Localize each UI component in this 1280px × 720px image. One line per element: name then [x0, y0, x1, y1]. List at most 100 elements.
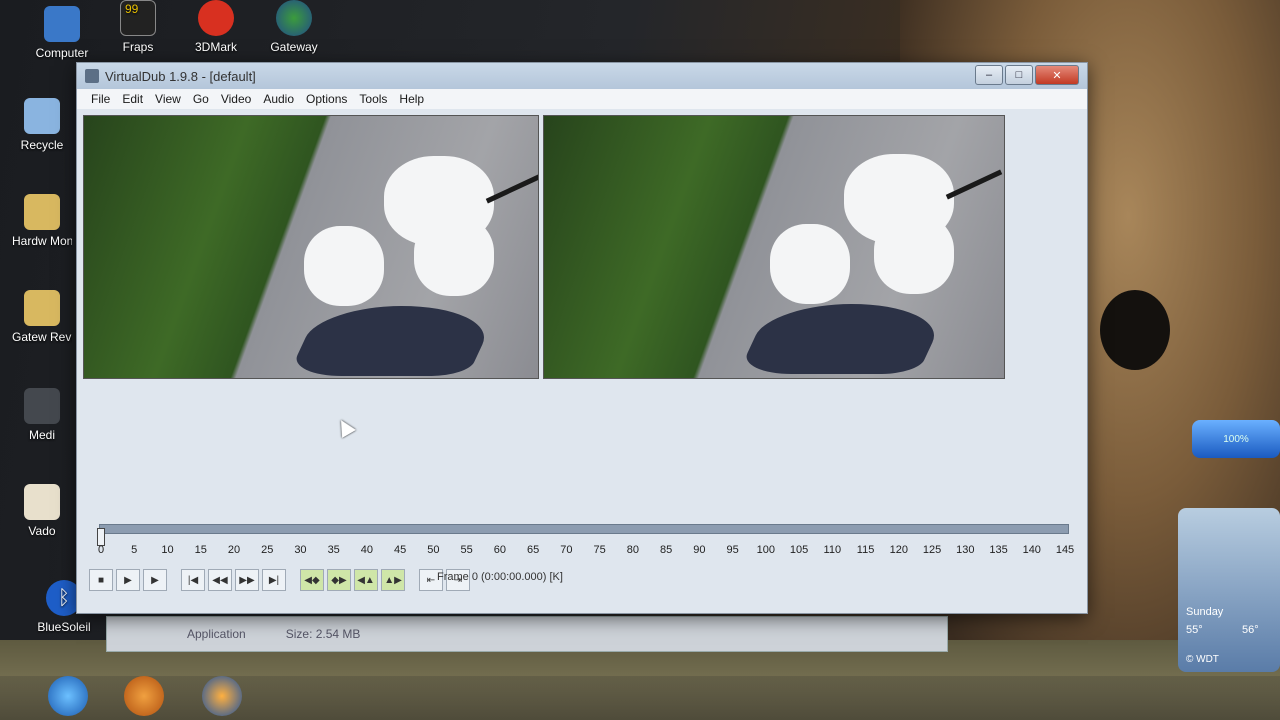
app-icon: [85, 69, 99, 83]
timeline-tick-label: 15: [194, 544, 207, 556]
desktop-icon-vado[interactable]: Vado: [12, 484, 72, 538]
folder-icon: [24, 290, 60, 326]
timeline-tick-label: 5: [131, 544, 138, 556]
timeline-tick-label: 40: [360, 544, 374, 556]
weather-day: Sunday: [1186, 606, 1224, 618]
desktop-icon-hardware-monitor[interactable]: Hardw Monit: [12, 194, 72, 248]
menu-edit[interactable]: Edit: [116, 92, 149, 106]
desktop-icon-gateway-review[interactable]: Gatew Revie: [12, 290, 72, 344]
timeline-tick-label: 55: [460, 544, 473, 556]
timeline-tick-label: 100: [756, 544, 775, 556]
timeline-tick-label: 95: [726, 544, 739, 556]
timeline-tick-label: 90: [693, 544, 706, 556]
timeline-tick-label: 35: [327, 544, 340, 556]
timeline-tick-label: 140: [1022, 544, 1041, 556]
dog-legs: [874, 214, 954, 294]
menu-help[interactable]: Help: [393, 92, 430, 106]
dog-nose: [1100, 290, 1170, 370]
gateway-icon: [276, 0, 312, 36]
desktop-icon-computer[interactable]: Computer: [22, 6, 102, 60]
firefox-icon[interactable]: [202, 676, 242, 716]
menu-audio[interactable]: Audio: [257, 92, 300, 106]
minimize-button[interactable]: –: [975, 65, 1003, 85]
taskbar: [0, 676, 1280, 720]
timeline-tick-label: 20: [227, 544, 241, 556]
maximize-button[interactable]: □: [1005, 65, 1033, 85]
desktop-icon-gateway[interactable]: Gateway: [254, 0, 334, 54]
dog-legs: [414, 216, 494, 296]
recycle-bin-icon: [24, 98, 60, 134]
desktop-icon-media[interactable]: Medi: [12, 388, 72, 442]
timeline-tick-label: 30: [294, 544, 307, 556]
timeline-tick-label: 105: [789, 544, 809, 556]
timeline-tick-label: 145: [1055, 544, 1075, 556]
title-bar[interactable]: VirtualDub 1.9.8 - [default] – □ ✕: [77, 63, 1087, 89]
meter-gadget: 100%: [1192, 420, 1280, 458]
dog-head: [304, 226, 384, 306]
output-video-pane[interactable]: [543, 115, 1005, 379]
weather-gadget[interactable]: Sunday 55° 56° © WDT: [1178, 508, 1280, 672]
frame-status: Frame 0 (0:00:00.000) [K]: [437, 571, 563, 583]
desktop-icon-3dmark[interactable]: 3DMark: [176, 0, 256, 54]
close-button[interactable]: ✕: [1035, 65, 1079, 85]
media-center-icon[interactable]: [124, 676, 164, 716]
menu-view[interactable]: View: [149, 92, 187, 106]
input-video-pane[interactable]: [83, 115, 539, 379]
background-window-type: Application: [187, 627, 246, 641]
mouse-cursor: [334, 416, 356, 438]
weather-temp-right: 56°: [1242, 624, 1259, 636]
timeline-track[interactable]: [99, 524, 1069, 534]
menu-go[interactable]: Go: [187, 92, 215, 106]
computer-icon: [44, 6, 80, 42]
desktop-icon-fraps[interactable]: 99 Fraps: [98, 0, 178, 54]
folder-icon: [24, 484, 60, 520]
timeline-tick-label: 130: [956, 544, 975, 556]
prev-key-icon[interactable]: ◀◆: [300, 569, 324, 591]
next-key-icon[interactable]: ◆▶: [327, 569, 351, 591]
video-panes: [83, 115, 1007, 379]
timeline-tick-label: 65: [527, 544, 540, 556]
timeline-tick-label: 110: [823, 544, 842, 556]
desktop-icon-recycle[interactable]: Recycle: [12, 98, 72, 152]
timeline-tick-label: 120: [889, 544, 908, 556]
folder-icon: [24, 194, 60, 230]
background-window[interactable]: Application Size: 2.54 MB: [106, 616, 948, 652]
timeline-tick-label: 115: [856, 544, 875, 556]
next-frame-icon[interactable]: ▶▶: [235, 569, 259, 591]
next-scene-icon[interactable]: ▲▶: [381, 569, 405, 591]
menu-options[interactable]: Options: [300, 92, 353, 106]
playback-toolbar: ■ ▶ ▶ |◀ ◀◀ ▶▶ ▶| ◀◆ ◆▶ ◀▲ ▲▶ ⇤ ⇥: [89, 569, 470, 591]
end-icon[interactable]: ▶|: [262, 569, 286, 591]
timeline-tick-label: 60: [493, 544, 507, 556]
menu-bar: File Edit View Go Video Audio Options To…: [77, 89, 1087, 109]
timeline-ticks: 0 5 10 15 20 25 30 35 40 45 50 55 60 65 70 75 80 85 90 95 10…: [93, 538, 1083, 558]
timeline-tick-label: 70: [560, 544, 573, 556]
window-title: VirtualDub 1.9.8 - [default]: [105, 68, 256, 84]
background-window-size: Size: 2.54 MB: [285, 627, 361, 641]
timeline-tick-label: 125: [922, 544, 942, 556]
timeline-tick-label: 10: [161, 544, 174, 556]
timeline-tick-label: 85: [659, 544, 673, 556]
timeline-tick-label: 50: [427, 544, 440, 556]
media-icon: [24, 388, 60, 424]
menu-tools[interactable]: Tools: [353, 92, 393, 106]
fraps-icon: 99: [120, 0, 156, 36]
timeline-tick-label: 45: [394, 544, 407, 556]
internet-explorer-icon[interactable]: [48, 676, 88, 716]
dog-head: [770, 224, 850, 304]
weather-source: © WDT: [1186, 654, 1219, 665]
virtualdub-window[interactable]: VirtualDub 1.9.8 - [default] – □ ✕ File …: [76, 62, 1088, 614]
timeline-tick-label: 0: [97, 544, 105, 556]
timeline-tick-label: 25: [261, 544, 274, 556]
timeline-tick-label: 75: [593, 544, 606, 556]
stop-icon[interactable]: ■: [89, 569, 113, 591]
weather-temp-left: 55°: [1186, 624, 1203, 636]
prev-frame-icon[interactable]: ◀◀: [208, 569, 232, 591]
menu-file[interactable]: File: [85, 92, 116, 106]
3dmark-icon: [198, 0, 234, 36]
menu-video[interactable]: Video: [215, 92, 257, 106]
prev-scene-icon[interactable]: ◀▲: [354, 569, 378, 591]
play-input-icon[interactable]: ▶: [116, 569, 140, 591]
start-icon[interactable]: |◀: [181, 569, 205, 591]
play-output-icon[interactable]: ▶: [143, 569, 167, 591]
